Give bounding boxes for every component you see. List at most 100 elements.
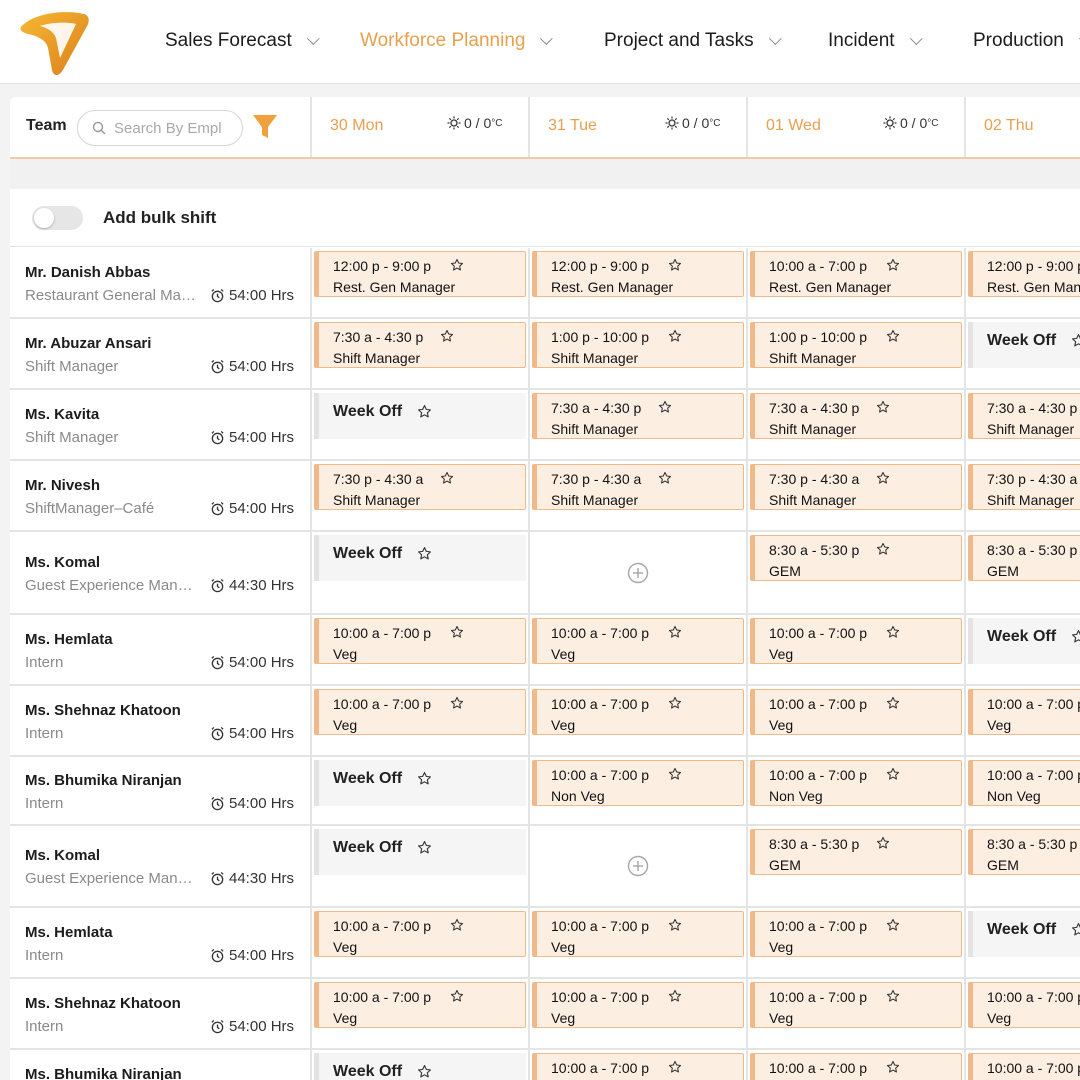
shift-card[interactable]: 10:00 a - 7:00 p Veg [750,618,962,664]
day-cell[interactable]: 7:30 a - 4:30 p Shift Manager [528,390,746,459]
day-cell[interactable]: 10:00 a - 7:00 p Non Veg [964,757,1080,824]
employee-info[interactable]: Ms. Hemlata Intern 54:00 Hrs [10,615,310,684]
star-icon[interactable] [417,840,432,855]
star-icon[interactable] [886,696,900,710]
shift-card[interactable]: 10:00 a - 7:00 p Non Veg [968,760,1080,806]
day-cell[interactable]: 10:00 a - 7:00 p [528,1050,746,1080]
day-cell[interactable]: 10:00 a - 7:00 p Veg [528,979,746,1048]
shift-card[interactable]: 10:00 a - 7:00 p Veg [750,689,962,735]
employee-info[interactable]: Ms. Kavita Shift Manager 54:00 Hrs [10,390,310,459]
shift-card[interactable]: 10:00 a - 7:00 p Non Veg [532,760,744,806]
shift-card[interactable]: 7:30 a - 4:30 p Shift Manager [314,322,526,368]
day-cell[interactable]: 12:00 p - 9:00 p Rest. Gen Manager [528,248,746,317]
shift-card[interactable]: 8:30 a - 5:30 p GEM [968,829,1080,875]
day-cell[interactable]: 10:00 a - 7:00 p [746,1050,964,1080]
day-cell[interactable]: 10:00 a - 7:00 p Veg [310,615,528,684]
star-icon[interactable] [668,989,682,1003]
nav-production[interactable]: Production [973,30,1080,52]
shift-card[interactable]: 10:00 a - 7:00 p Veg [750,982,962,1028]
day-cell[interactable]: 10:00 a - 7:00 p Veg [746,979,964,1048]
add-shift-icon[interactable] [627,855,649,877]
day-cell[interactable]: 7:30 a - 4:30 p Shift Manager [964,390,1080,459]
day-cell[interactable]: 1:00 p - 10:00 p Shift Manager [746,319,964,388]
star-icon[interactable] [876,542,890,556]
shift-card[interactable]: 10:00 a - 7:00 p Rest. Gen Manager [750,251,962,297]
star-icon[interactable] [668,767,682,781]
day-cell[interactable]: Week Off [310,532,528,613]
day-cell[interactable]: 8:30 a - 5:30 p GEM [964,532,1080,613]
shift-card[interactable]: 7:30 a - 4:30 p Shift Manager [532,393,744,439]
day-cell[interactable] [528,826,746,906]
shift-card[interactable]: 10:00 a - 7:00 p Veg [314,911,526,957]
shift-card[interactable]: 8:30 a - 5:30 p GEM [968,535,1080,581]
day-cell[interactable]: Week Off [310,826,528,906]
star-icon[interactable] [417,546,432,561]
star-icon[interactable] [886,918,900,932]
day-cell[interactable]: 10:00 a - 7:00 p Rest. Gen Manager [746,248,964,317]
star-icon[interactable] [450,989,464,1003]
day-label[interactable]: 30 Mon [330,117,383,135]
day-cell[interactable]: 7:30 p - 4:30 a Shift Manager [746,461,964,530]
shift-card[interactable]: 7:30 p - 4:30 a Shift Manager [314,464,526,510]
day-cell[interactable]: Week Off [310,1050,528,1080]
employee-info[interactable]: Mr. Nivesh ShiftManager–Café 54:00 Hrs [10,461,310,530]
day-cell[interactable]: Week Off [964,319,1080,388]
nav-sales-forecast[interactable]: Sales Forecast [165,30,320,52]
star-icon[interactable] [886,1060,900,1074]
star-icon[interactable] [417,1064,432,1079]
shift-card[interactable]: 10:00 a - 7:00 p Veg [314,618,526,664]
star-icon[interactable] [1071,333,1080,348]
star-icon[interactable] [886,258,900,272]
day-cell[interactable] [528,532,746,613]
employee-info[interactable]: Ms. Komal Guest Experience Manager 44:30 H… [10,826,310,906]
day-cell[interactable]: 8:30 a - 5:30 p GEM [746,532,964,613]
day-cell[interactable]: 12:00 p - 9:00 p Rest. Gen Manager [964,248,1080,317]
shift-card[interactable]: 12:00 p - 9:00 p Rest. Gen Manager [968,251,1080,297]
star-icon[interactable] [668,329,682,343]
star-icon[interactable] [440,471,454,485]
day-cell[interactable]: 10:00 a - 7:00 p Veg [746,908,964,977]
star-icon[interactable] [450,696,464,710]
filter-icon[interactable] [252,113,278,141]
star-icon[interactable] [417,404,432,419]
employee-info[interactable]: Mr. Abuzar Ansari Shift Manager 54:00 Hrs [10,319,310,388]
day-cell[interactable]: 10:00 a - 7:00 p Veg [528,908,746,977]
star-icon[interactable] [876,400,890,414]
shift-card[interactable]: 10:00 a - 7:00 p Veg [532,982,744,1028]
shift-card[interactable]: 8:30 a - 5:30 p GEM [750,535,962,581]
shift-card[interactable]: 10:00 a - 7:00 p Veg [750,911,962,957]
week-off-card[interactable]: Week Off [968,618,1080,664]
day-cell[interactable]: 10:00 a - 7:00 p Veg [528,615,746,684]
employee-info[interactable]: Ms. Bhumika Niranjan [10,1050,310,1080]
shift-card[interactable]: 10:00 a - 7:00 p [532,1053,744,1080]
day-cell[interactable]: 10:00 a - 7:00 p Veg [964,686,1080,755]
app-logo[interactable] [18,8,92,80]
day-cell[interactable]: 10:00 a - 7:00 p Veg [746,686,964,755]
week-off-card[interactable]: Week Off [968,911,1080,957]
search-input[interactable] [114,119,238,137]
day-cell[interactable]: Week Off [310,390,528,459]
shift-card[interactable]: 10:00 a - 7:00 p Veg [968,982,1080,1028]
day-cell[interactable]: Week Off [964,615,1080,684]
star-icon[interactable] [440,329,454,343]
week-off-card[interactable]: Week Off [314,760,526,806]
shift-card[interactable]: 10:00 a - 7:00 p [750,1053,962,1080]
shift-card[interactable]: 1:00 p - 10:00 p Shift Manager [532,322,744,368]
shift-card[interactable]: 10:00 a - 7:00 p Veg [314,689,526,735]
star-icon[interactable] [417,771,432,786]
day-cell[interactable]: 7:30 a - 4:30 p Shift Manager [746,390,964,459]
shift-card[interactable]: 10:00 a - 7:00 p Veg [532,689,744,735]
shift-card[interactable]: 7:30 p - 4:30 a Shift Manager [532,464,744,510]
day-cell[interactable]: 1:00 p - 10:00 p Shift Manager [528,319,746,388]
employee-info[interactable]: Ms. Komal Guest Experience Manager 44:30 H… [10,532,310,613]
shift-card[interactable]: 10:00 a - 7:00 p Non Veg [750,760,962,806]
star-icon[interactable] [1071,629,1080,644]
shift-card[interactable]: 10:00 a - 7:00 p Veg [532,618,744,664]
shift-card[interactable]: 12:00 p - 9:00 p Rest. Gen Manager [532,251,744,297]
star-icon[interactable] [876,471,890,485]
day-cell[interactable]: 8:30 a - 5:30 p GEM [746,826,964,906]
star-icon[interactable] [668,696,682,710]
star-icon[interactable] [886,989,900,1003]
nav-project-and-tasks[interactable]: Project and Tasks [604,30,782,52]
employee-info[interactable]: Ms. Bhumika Niranjan Intern 54:00 Hrs [10,757,310,824]
